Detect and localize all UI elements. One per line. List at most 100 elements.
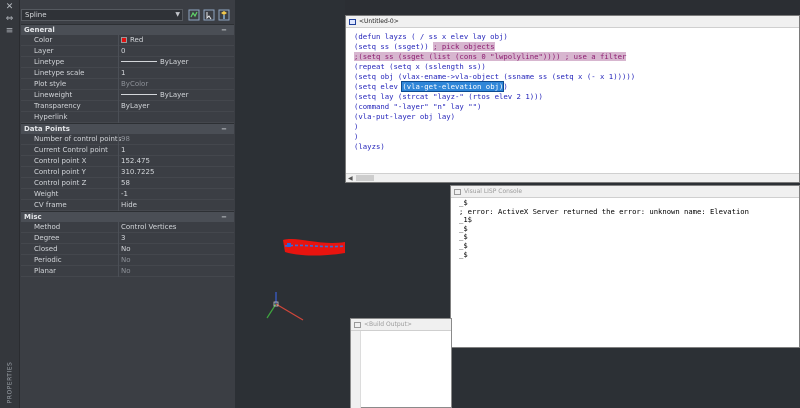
property-value[interactable]: No [121,266,131,277]
property-row[interactable]: Plot style ByColor [21,79,234,90]
property-value[interactable]: ByLayer [121,57,188,68]
property-value-text: 58 [121,179,130,187]
code-line[interactable]: ;(setq ss (ssget (list (cons 0 "lwpolyli… [354,52,635,62]
object-type-dropdown[interactable]: Spline ▼ [21,9,183,21]
property-value[interactable]: 3 [121,233,125,244]
scroll-left-icon[interactable]: ◀ [348,174,353,183]
property-value[interactable]: -1 [121,189,128,200]
property-value-text: ByLayer [160,91,189,99]
property-value[interactable]: 98 [121,134,130,145]
property-row[interactable]: Weight -1 [21,189,234,200]
section-header-misc[interactable]: Misc − [21,211,234,222]
quick-select-icon[interactable] [218,9,230,21]
property-row[interactable]: Control point Z 58 [21,178,234,189]
property-label: Periodic [34,256,62,264]
property-value-text: ByLayer [160,58,189,66]
code-line[interactable]: ) [354,122,635,132]
property-row[interactable]: Planar No [21,266,234,277]
console-output[interactable]: _$ ; error: ActiveX Server returned the e… [459,198,749,259]
code-line[interactable]: (setq elev (vla-get-elevation obj)) [354,81,635,92]
property-row[interactable]: Hyperlink [21,112,234,123]
code-line[interactable]: (defun layzs ( / ss x elev lay obj) [354,32,635,42]
console-line: _$ [459,232,468,242]
editor-title-bar[interactable]: <Untitled-0> [346,16,799,28]
code-text: ) [503,82,508,91]
property-row[interactable]: Linetype scale 1 [21,68,234,79]
code-line[interactable]: (layzs) [354,142,635,152]
property-label: Linetype [34,58,65,66]
code-text: ) [354,132,359,141]
column-divider [118,178,119,189]
property-value[interactable]: No [121,255,131,266]
code-line[interactable]: (repeat (setq x (sslength ss)) [354,62,635,72]
code-line[interactable]: (command "-layer" "n" lay "") [354,102,635,112]
property-value[interactable]: 310.7225 [121,167,154,178]
code-line[interactable]: (setq lay (strcat "layz-" (rtos elev 2 1… [354,92,635,102]
property-row[interactable]: Control point X 152.475 [21,156,234,167]
section-header-data-points[interactable]: Data Points − [21,123,234,134]
build-title-bar[interactable]: <Build Output> [351,319,451,331]
property-value[interactable]: Control Vertices [121,222,176,233]
property-value[interactable]: ByLayer [121,101,149,112]
property-row[interactable]: Transparency ByLayer [21,101,234,112]
property-value[interactable]: ByColor [121,79,148,90]
lisp-console-window[interactable]: Visual LISP Console _$ ; error: ActiveX S… [450,185,800,348]
property-row[interactable]: Color Red [21,35,234,46]
close-icon[interactable]: ✕ [4,3,15,12]
column-divider [118,145,119,156]
column-divider [118,255,119,266]
property-row[interactable]: CV frame Hide [21,200,234,211]
property-row[interactable]: Layer 0 [21,46,234,57]
property-row[interactable]: Degree 3 [21,233,234,244]
property-value[interactable]: ByLayer [121,90,188,101]
property-row[interactable]: Closed No [21,244,234,255]
property-value[interactable]: 58 [121,178,130,189]
code-text: (vla-put-layer obj lay) [354,112,456,121]
property-value-text: 0 [121,47,126,55]
property-row[interactable]: Current Control point 1 [21,145,234,156]
property-row[interactable]: Periodic No [21,255,234,266]
property-row[interactable]: Control point Y 310.7225 [21,167,234,178]
select-objects-icon[interactable] [203,9,215,21]
property-value[interactable]: 1 [121,145,125,156]
horizontal-scrollbar[interactable]: ◀ [346,173,799,182]
property-label: CV frame [34,201,67,209]
property-value-text: 1 [121,69,126,77]
property-row[interactable]: Number of control points 98 [21,134,234,145]
column-divider [118,244,119,255]
toggle-pickadd-icon[interactable] [188,9,200,21]
property-label: Control point Y [34,168,86,176]
console-title-bar[interactable]: Visual LISP Console [451,186,799,198]
property-value[interactable]: Red [121,35,143,46]
property-value[interactable]: No [121,244,131,255]
code-area[interactable]: (defun layzs ( / ss x elev lay obj) (setq… [354,32,635,152]
property-row[interactable]: Method Control Vertices [21,222,234,233]
property-value[interactable]: 0 [121,46,125,57]
property-value[interactable]: Hide [121,200,137,211]
drawing-canvas[interactable] [235,0,346,408]
editor-title: <Untitled-0> [359,18,399,25]
property-value[interactable]: 1 [121,68,125,79]
scroll-thumb[interactable] [356,175,374,181]
section-header-general[interactable]: General − [21,24,234,35]
property-value-text: 3 [121,234,126,242]
build-scrollbar[interactable] [351,331,361,408]
column-divider [118,167,119,178]
property-row[interactable]: Linetype ByLayer [21,57,234,68]
lisp-editor-window[interactable]: <Untitled-0> (defun layzs ( / ss x elev … [345,15,800,183]
property-value-text: -1 [121,190,128,198]
selected-code: (vla-get-elevation obj) [401,81,505,92]
property-label: Method [34,223,61,231]
build-output-window[interactable]: <Build Output> [350,318,452,408]
code-line[interactable]: (setq obj (vlax-ename->vla-object (ssnam… [354,72,635,82]
code-line[interactable]: ) [354,132,635,142]
auto-hide-icon[interactable]: ⇔ [4,15,15,24]
code-line[interactable]: (setq ss (ssget)) ; pick objects [354,42,635,52]
property-value-text: No [121,256,131,264]
code-line[interactable]: (vla-put-layer obj lay) [354,112,635,122]
column-divider [118,266,119,277]
property-row[interactable]: Lineweight ByLayer [21,90,234,101]
canvas-drawing [266,239,346,321]
settings-icon[interactable]: ≡ [4,27,15,36]
property-value[interactable]: 152.475 [121,156,150,167]
